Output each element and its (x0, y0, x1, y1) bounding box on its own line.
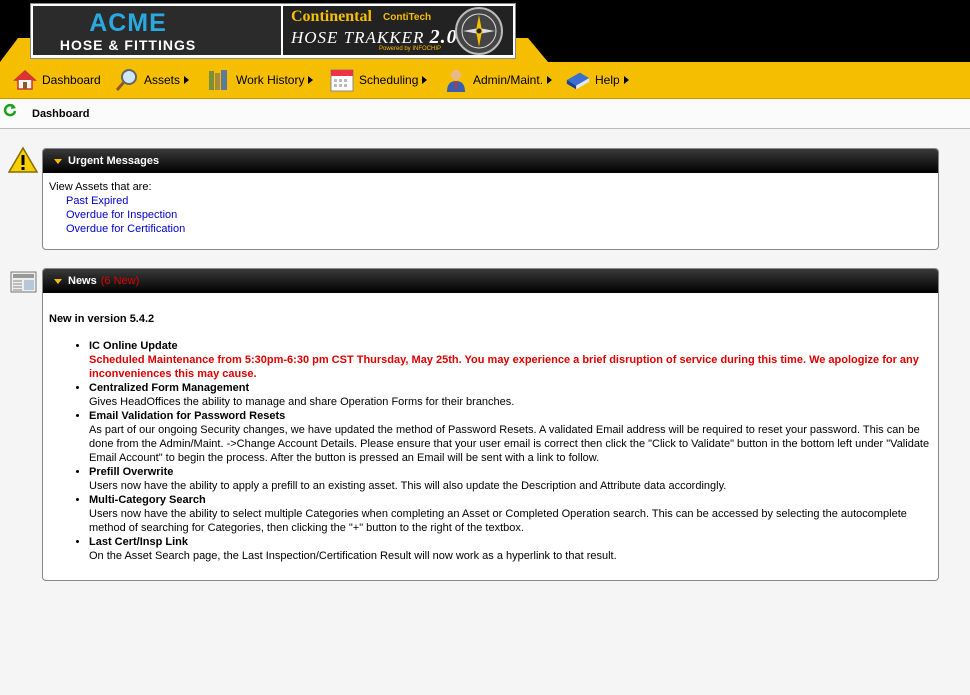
urgent-messages-header[interactable]: Urgent Messages (43, 149, 938, 173)
news-item-alert: Scheduled Maintenance from 5:30pm-6:30 p… (89, 354, 919, 380)
urgent-intro: View Assets that are: (49, 181, 152, 193)
news-item: Email Validation for Password Resets As … (89, 409, 932, 465)
news-item-title: Prefill Overwrite (89, 466, 174, 478)
news-item: Last Cert/Insp Link On the Asset Search … (89, 535, 932, 563)
hose-trakker-logo: Continental ContiTech HOSE TRAKKER 2.0 P… (283, 6, 513, 55)
magnifier-icon (114, 67, 140, 93)
house-icon (12, 67, 38, 93)
news-item-text: Gives HeadOffices the ability to manage … (89, 396, 515, 408)
menu-dashboard[interactable]: Dashboard (12, 62, 101, 98)
link-overdue-inspection[interactable]: Overdue for Inspection (66, 208, 932, 222)
news-item-title: IC Online Update (89, 340, 178, 352)
newspaper-icon (10, 270, 38, 297)
contitech-brand: ContiTech (383, 12, 432, 23)
link-past-expired[interactable]: Past Expired (66, 194, 932, 208)
menu-label-work-history: Work History (236, 73, 305, 87)
news-new-count: (6 New) (100, 275, 140, 287)
warning-icon (7, 146, 39, 177)
menu-admin-maint[interactable]: Admin/Maint. (443, 62, 553, 98)
news-item-text: Users now have the ability to apply a pr… (89, 480, 727, 492)
urgent-messages-title: Urgent Messages (68, 155, 160, 167)
page-title: Dashboard (32, 108, 90, 120)
menu-label-help: Help (595, 73, 620, 87)
collapse-triangle-icon (54, 158, 62, 164)
menu-label-dashboard: Dashboard (42, 73, 101, 87)
menu-assets[interactable]: Assets (114, 62, 190, 98)
urgent-messages-panel: Urgent Messages View Assets that are: Pa… (42, 148, 939, 250)
main-menu-bar: Dashboard Assets Work History Scheduling… (0, 62, 970, 99)
user-icon (443, 67, 469, 93)
refresh-icon[interactable] (3, 103, 17, 121)
news-panel: News (6 New) New in version 5.4.2 IC Onl… (42, 268, 939, 581)
menu-label-admin-maint: Admin/Maint. (473, 73, 544, 87)
arrow-right-icon (623, 76, 629, 84)
collapse-triangle-icon (54, 278, 62, 284)
help-book-icon (565, 67, 591, 93)
menu-help[interactable]: Help (565, 62, 629, 98)
news-header[interactable]: News (6 New) (43, 269, 938, 293)
arrow-right-icon (547, 76, 553, 84)
menu-work-history[interactable]: Work History (206, 62, 314, 98)
news-item-text: On the Asset Search page, the Last Inspe… (89, 550, 617, 562)
acme-title: ACME (89, 9, 167, 37)
news-item-title: Centralized Form Management (89, 382, 250, 394)
news-item: Centralized Form Management Gives HeadOf… (89, 381, 932, 409)
news-version: New in version 5.4.2 (49, 313, 155, 325)
menu-scheduling[interactable]: Scheduling (329, 62, 428, 98)
compass-seal-icon (455, 7, 503, 55)
arrow-right-icon (308, 76, 314, 84)
menu-label-scheduling: Scheduling (359, 73, 419, 87)
arrow-right-icon (184, 76, 190, 84)
books-icon (206, 67, 232, 93)
continental-brand: Continental (291, 8, 372, 25)
news-item-title: Last Cert/Insp Link (89, 536, 189, 548)
acme-subtitle: HOSE & FITTINGS (59, 37, 197, 53)
acme-logo: ACME HOSE & FITTINGS (33, 6, 281, 55)
logo-box: ACME HOSE & FITTINGS Continental ContiTe… (30, 3, 516, 59)
arrow-right-icon (422, 76, 428, 84)
news-item: IC Online Update Scheduled Maintenance f… (89, 339, 932, 381)
breadcrumb: Dashboard (0, 100, 970, 129)
news-item-title: Multi-Category Search (89, 494, 206, 506)
news-item-text: As part of our ongoing Security changes,… (89, 424, 930, 464)
link-overdue-certification[interactable]: Overdue for Certification (66, 222, 932, 236)
news-item: Prefill Overwrite Users now have the abi… (89, 465, 932, 493)
news-title: News (68, 275, 97, 287)
calendar-icon (329, 67, 355, 93)
news-item-title: Email Validation for Password Resets (89, 410, 286, 422)
news-list: IC Online Update Scheduled Maintenance f… (49, 339, 932, 563)
news-item-text: Users now have the ability to select mul… (89, 508, 907, 534)
powered-by: Powered by INFOCHIP (379, 46, 442, 52)
news-item: Multi-Category Search Users now have the… (89, 493, 932, 535)
menu-label-assets: Assets (144, 73, 181, 87)
